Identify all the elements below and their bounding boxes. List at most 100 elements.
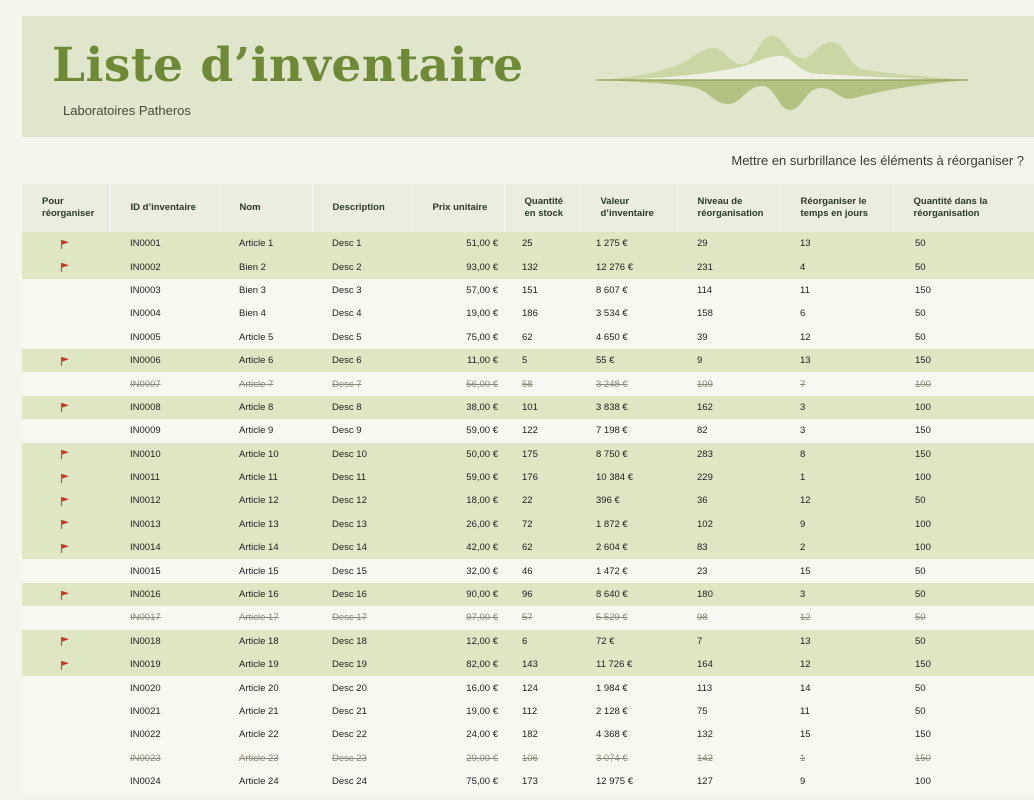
cell-inventory-value: 1 275 € (580, 232, 677, 256)
cell-reorder-flag (22, 512, 110, 537)
table-row[interactable]: IN0022 Article 22 Desc 22 24,00 €182 4 368 €… (22, 723, 1034, 747)
table-row[interactable]: IN0016 Article 16 Desc 16 90,00 €96 8 640 €1… (22, 582, 1034, 607)
cell-reorder-qty: 50 (893, 325, 1034, 349)
cell-unit-price: 51,00 € (412, 232, 504, 256)
cell-description: Desc 14 (312, 536, 412, 560)
cell-reorder-level: 180 (677, 582, 780, 607)
cell-description: Desc 19 (312, 653, 412, 677)
cell-stock-qty: 132 (504, 255, 580, 279)
cell-reorder-days: 11 (780, 278, 893, 303)
cell-inventory-value: 72 € (580, 629, 677, 654)
cell-reorder-level: 109 (677, 372, 780, 396)
table-row[interactable]: IN0012 Article 12 Desc 12 18,00 €22 396 €36 1… (22, 489, 1034, 513)
col-header-reorder-qty[interactable]: Quantité dans la réorganisation (893, 184, 1034, 232)
cell-inventory-value: 8 640 € (580, 582, 677, 607)
cell-reorder-level: 102 (677, 512, 780, 537)
table-row[interactable]: IN0015 Article 15 Desc 15 32,00 €46 1 472 €2… (22, 559, 1034, 583)
cell-reorder-days: 8 (780, 442, 893, 466)
col-header-stock-qty[interactable]: Quantité en stock (504, 184, 581, 232)
highlight-reorder-prompt[interactable]: Mettre en surbrillance les éléments à ré… (731, 153, 1024, 168)
table-row[interactable]: IN0023 Article 23 Desc 23 29,00 €106 3 074 €… (22, 746, 1034, 770)
col-header-reorder[interactable]: Pour réorganiser (22, 184, 111, 232)
cell-reorder-level: 9 (677, 348, 780, 373)
cell-reorder-qty: 100 (893, 536, 1034, 560)
cell-inventory-value: 3 838 € (580, 395, 677, 420)
table-row[interactable]: IN0021 Article 21 Desc 21 19,00 €112 2 128 €… (22, 699, 1034, 724)
table-row[interactable]: IN0007 Article 7 Desc 7 56,00 €58 3 248 €109… (22, 372, 1034, 396)
col-header-inventory-value[interactable]: Valeur d’inventaire (580, 184, 678, 232)
cell-reorder-qty: 100 (893, 465, 1034, 490)
reorder-flag-icon (60, 473, 69, 483)
table-row[interactable]: IN0017 Article 17 Desc 17 97,00 €57 5 529 €9… (22, 606, 1034, 630)
cell-inventory-id: IN0010 (110, 442, 219, 466)
cell-description: Desc 13 (312, 512, 412, 537)
reorder-flag-icon (60, 637, 69, 647)
cell-inventory-value: 8 750 € (580, 442, 677, 466)
col-header-description[interactable]: Description (312, 184, 413, 232)
cell-reorder-days: 4 (780, 255, 893, 279)
cell-inventory-id: IN0020 (110, 676, 219, 700)
table-row[interactable]: IN0006 Article 6 Desc 6 11,00 €5 55 €9 13 150 (22, 348, 1034, 373)
cell-reorder-flag (22, 278, 110, 303)
cell-stock-qty: 106 (504, 746, 580, 770)
cell-name: Article 17 (219, 606, 312, 630)
table-row[interactable]: IN0013 Article 13 Desc 13 26,00 €72 1 872 €1… (22, 512, 1034, 537)
cell-description: Desc 24 (312, 769, 412, 794)
cell-reorder-days: 3 (780, 582, 893, 607)
cell-reorder-qty: 100 (893, 395, 1034, 420)
cell-unit-price: 12,00 € (412, 629, 504, 654)
cell-unit-price: 42,00 € (412, 536, 504, 560)
cell-inventory-value: 4 368 € (580, 723, 677, 747)
cell-stock-qty: 143 (504, 653, 580, 677)
col-header-reorder-days[interactable]: Réorganiser le temps en jours (780, 184, 894, 232)
col-header-reorder-level[interactable]: Niveau de réorganisation (677, 184, 781, 232)
table-row[interactable]: IN0010 Article 10 Desc 10 50,00 €175 8 750 €… (22, 442, 1034, 466)
table-row[interactable]: IN0003 Bien 3 Desc 3 57,00 €151 8 607 €114 11… (22, 278, 1034, 303)
col-header-id[interactable]: ID d’inventaire (110, 184, 220, 232)
cell-name: Article 11 (219, 465, 312, 490)
cell-description: Desc 6 (312, 348, 412, 373)
table-row[interactable]: IN0002 Bien 2 Desc 2 93,00 €132 12 276 €231 4… (22, 255, 1034, 279)
cell-name: Article 15 (219, 559, 312, 583)
table-row[interactable]: IN0020 Article 20 Desc 20 16,00 €124 1 984 €… (22, 676, 1034, 700)
col-header-unit-price[interactable]: Prix unitaire (412, 184, 505, 232)
table-row[interactable]: IN0024 Article 24 Desc 24 75,00 €173 12 975 … (22, 769, 1034, 794)
cell-description: Desc 21 (312, 699, 412, 724)
cell-name: Article 6 (219, 348, 312, 373)
table-row[interactable]: IN0018 Article 18 Desc 18 12,00 €6 72 €7 13 50 (22, 629, 1034, 654)
cell-name: Article 21 (219, 699, 312, 724)
col-header-name[interactable]: Nom (219, 184, 313, 232)
cell-unit-price: 75,00 € (412, 769, 504, 794)
cell-reorder-flag (22, 723, 110, 747)
cell-name: Article 13 (219, 512, 312, 537)
table-row[interactable]: IN0005 Article 5 Desc 5 75,00 €62 4 650 €39 1… (22, 325, 1034, 349)
table-row[interactable]: IN0011 Article 11 Desc 11 59,00 €176 10 384 … (22, 465, 1034, 490)
table-row[interactable]: IN0001 Article 1 Desc 1 51,00 €25 1 275 €29 1… (22, 232, 1034, 256)
cell-reorder-days: 12 (780, 653, 893, 677)
table-row[interactable]: IN0009 Article 9 Desc 9 59,00 €122 7 198 €82… (22, 419, 1034, 443)
table-row[interactable]: IN0019 Article 19 Desc 19 82,00 €143 11 726 … (22, 653, 1034, 677)
table-row[interactable]: IN0014 Article 14 Desc 14 42,00 €62 2 604 €8… (22, 536, 1034, 560)
cell-reorder-flag (22, 419, 110, 443)
cell-reorder-flag (22, 653, 110, 677)
cell-inventory-value: 55 € (580, 348, 677, 373)
cell-name: Bien 3 (219, 278, 312, 303)
cell-unit-price: 97,00 € (412, 606, 504, 630)
cell-inventory-value: 3 248 € (580, 372, 677, 396)
cell-inventory-id: IN0018 (110, 629, 219, 654)
cell-description: Desc 18 (312, 629, 412, 654)
cell-description: Desc 8 (312, 395, 412, 420)
cell-reorder-days: 1 (780, 746, 893, 770)
cell-stock-qty: 101 (504, 395, 580, 420)
table-row[interactable]: IN0008 Article 8 Desc 8 38,00 €101 3 838 €16… (22, 395, 1034, 420)
cell-stock-qty: 6 (504, 629, 580, 654)
cell-stock-qty: 173 (504, 769, 580, 794)
cell-description: Desc 20 (312, 676, 412, 700)
cell-name: Article 5 (219, 325, 312, 349)
cell-stock-qty: 25 (504, 232, 580, 256)
table-row[interactable]: IN0004 Bien 4 Desc 4 19,00 €186 3 534 €158 6 5… (22, 302, 1034, 326)
cell-reorder-level: 75 (677, 699, 780, 724)
cell-inventory-id: IN0002 (110, 255, 219, 279)
cell-inventory-id: IN0003 (110, 278, 219, 303)
cell-reorder-days: 15 (780, 559, 893, 583)
